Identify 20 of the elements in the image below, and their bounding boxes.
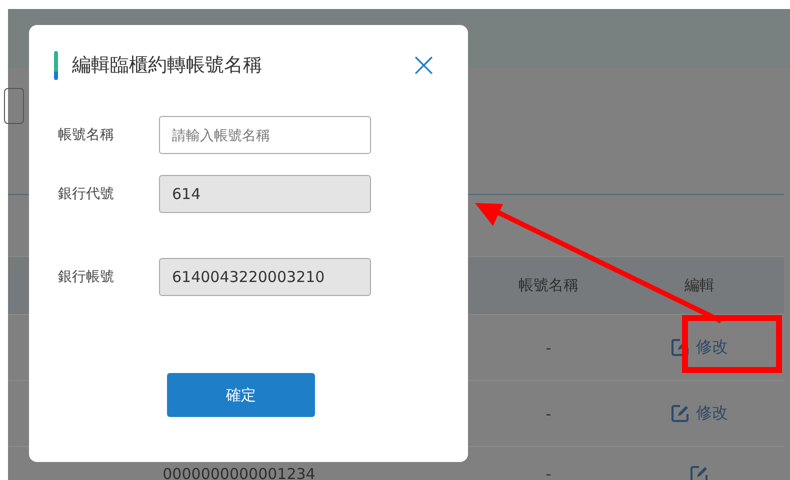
accent-bar: [54, 50, 58, 80]
table-cell: -: [546, 404, 552, 422]
field-label: 帳號名稱: [58, 126, 115, 144]
column-header: 編輯: [684, 276, 716, 295]
edit-icon: [671, 338, 690, 357]
outline-button[interactable]: [4, 88, 24, 124]
edit-icon: [690, 465, 709, 480]
table-cell: -: [546, 465, 552, 480]
dialog-title: 編輯臨櫃約轉帳號名稱: [72, 53, 263, 78]
table-cell: 0000000000001234: [162, 465, 316, 480]
column-header: 帳號名稱: [518, 276, 580, 295]
edit-icon: [671, 404, 690, 423]
field-label: 銀行帳號: [58, 268, 115, 286]
edit-link[interactable]: 修改: [671, 403, 728, 424]
table-cell: -: [546, 338, 552, 356]
field-label: 銀行代號: [58, 185, 115, 203]
confirm-button[interactable]: 確定: [167, 373, 315, 417]
input-field[interactable]: 請輸入帳號名稱: [159, 116, 371, 154]
close-button[interactable]: ×: [404, 50, 443, 80]
edit-link[interactable]: 修改: [671, 337, 728, 358]
